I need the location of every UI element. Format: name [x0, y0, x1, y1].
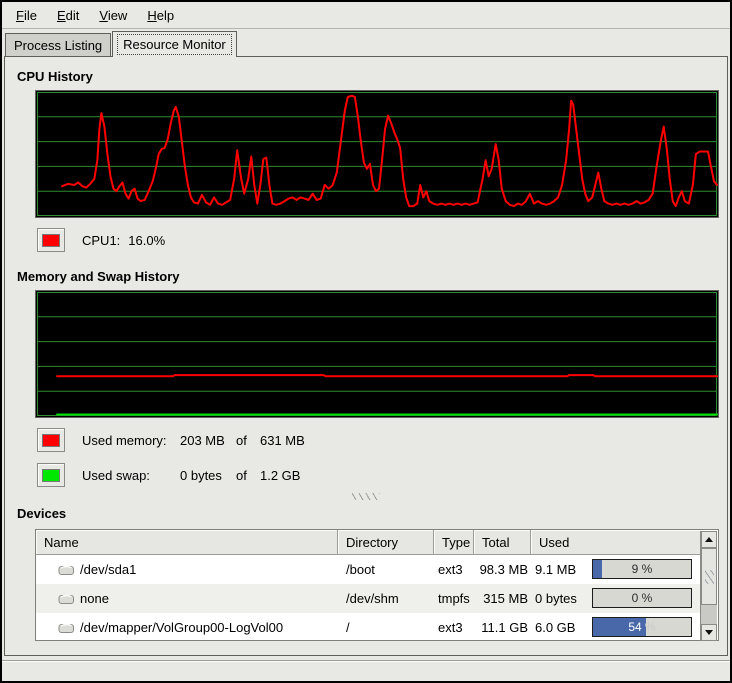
cpu1-legend-value: 16.0%	[128, 233, 165, 248]
device-name: /dev/sda1	[80, 562, 136, 577]
device-name: none	[80, 591, 109, 606]
device-used: 0 bytes	[535, 591, 577, 606]
cpu-history-title: CPU History	[17, 69, 727, 84]
swap-total-value: 1.2 GB	[260, 468, 300, 483]
device-name: /dev/mapper/VolGroup00-LogVol00	[80, 620, 283, 635]
tab-bar: Process Listing Resource Monitor	[2, 29, 730, 56]
swap-legend: Used swap: 0 bytes of 1.2 GB	[37, 463, 727, 487]
tab-resource-monitor-label: Resource Monitor	[117, 34, 232, 55]
menu-view[interactable]: View	[89, 4, 137, 27]
memory-swap-chart	[36, 291, 718, 417]
device-used: 6.0 GB	[535, 620, 575, 635]
cpu1-legend-label: CPU1:	[82, 233, 120, 248]
tab-process-listing[interactable]: Process Listing	[5, 33, 111, 56]
memory-legend: Used memory: 203 MB of 631 MB	[37, 428, 727, 452]
devices-table-header: Name Directory Type Total Used	[36, 530, 718, 555]
arrow-down-icon	[705, 630, 713, 635]
cpu1-color-button[interactable]	[37, 228, 65, 252]
device-type: ext3	[434, 562, 474, 577]
column-header-directory[interactable]: Directory	[338, 530, 434, 555]
memory-swap-title: Memory and Swap History	[17, 269, 727, 284]
cpu1-color-swatch	[42, 234, 60, 247]
usage-percent-label: 9 %	[593, 560, 691, 578]
device-used: 9.1 MB	[535, 562, 576, 577]
scrollbar-thumb[interactable]	[701, 548, 717, 605]
usage-percent-label: 0 %	[593, 589, 691, 607]
resource-monitor-page: CPU History CPU1: 16.0% Memory and Swap …	[4, 56, 728, 656]
device-directory: /boot	[338, 562, 434, 577]
device-total: 315 MB	[474, 591, 531, 606]
usage-progress-fill: 54 %	[593, 618, 646, 636]
device-total: 98.3 MB	[474, 562, 531, 577]
menubar: File Edit View Help	[2, 2, 730, 29]
pane-resize-grip[interactable]	[352, 493, 380, 500]
menu-help[interactable]: Help	[137, 4, 184, 27]
disk-icon	[58, 563, 75, 576]
memory-of-text: of	[236, 433, 260, 448]
swap-of-text: of	[236, 468, 260, 483]
disk-icon	[58, 592, 75, 605]
menu-file[interactable]: File	[6, 4, 47, 27]
device-directory: /dev/shm	[338, 591, 434, 606]
device-type: ext3	[434, 620, 474, 635]
swap-legend-label: Used swap:	[82, 468, 180, 483]
column-header-type[interactable]: Type	[434, 530, 474, 555]
tab-resource-monitor[interactable]: Resource Monitor	[112, 31, 237, 57]
devices-table: Name Directory Type Total Used /dev/sda1…	[35, 529, 719, 641]
column-header-used[interactable]: Used	[531, 530, 701, 555]
memory-swap-graph	[35, 290, 719, 418]
usage-progress-fill: 9 %	[593, 560, 602, 578]
device-type: tmpfs	[434, 591, 474, 606]
system-monitor-window: File Edit View Help Process Listing Reso…	[0, 0, 732, 683]
memory-used-value: 203 MB	[180, 433, 236, 448]
usage-progress-bar: 0 % 0 %	[592, 588, 692, 608]
table-row-dev-sda1[interactable]: /dev/sda1 /boot ext3 98.3 MB 9.1 MB 9 % …	[36, 555, 701, 584]
column-header-name[interactable]: Name	[36, 530, 338, 555]
table-row-none[interactable]: none /dev/shm tmpfs 315 MB 0 bytes 0 % 0…	[36, 584, 701, 613]
swap-color-button[interactable]	[37, 463, 65, 487]
memory-color-swatch	[42, 434, 60, 447]
usage-progress-bar: 9 % 9 %	[592, 559, 692, 579]
cpu-history-chart	[36, 91, 718, 217]
scroll-up-button[interactable]	[701, 531, 717, 548]
disk-icon	[58, 621, 75, 634]
device-total: 11.1 GB	[474, 620, 531, 635]
memory-total-value: 631 MB	[260, 433, 305, 448]
swap-color-swatch	[42, 469, 60, 482]
devices-title: Devices	[17, 506, 727, 521]
memory-color-button[interactable]	[37, 428, 65, 452]
swap-used-value: 0 bytes	[180, 468, 236, 483]
scroll-down-button[interactable]	[701, 624, 717, 641]
cpu-legend: CPU1: 16.0%	[37, 228, 727, 252]
device-directory: /	[338, 620, 434, 635]
menu-edit[interactable]: Edit	[47, 4, 89, 27]
table-row-volgroup[interactable]: /dev/mapper/VolGroup00-LogVol00 / ext3 1…	[36, 613, 701, 642]
arrow-up-icon	[705, 537, 713, 542]
memory-legend-label: Used memory:	[82, 433, 180, 448]
tab-process-listing-label: Process Listing	[14, 38, 102, 53]
cpu-history-graph	[35, 90, 719, 218]
devices-scrollbar[interactable]	[700, 531, 717, 641]
scrollbar-grip-icon	[705, 570, 714, 584]
usage-progress-bar: 54 % 54 %	[592, 617, 692, 637]
column-header-total[interactable]: Total	[474, 530, 531, 555]
statusbar	[2, 660, 730, 681]
